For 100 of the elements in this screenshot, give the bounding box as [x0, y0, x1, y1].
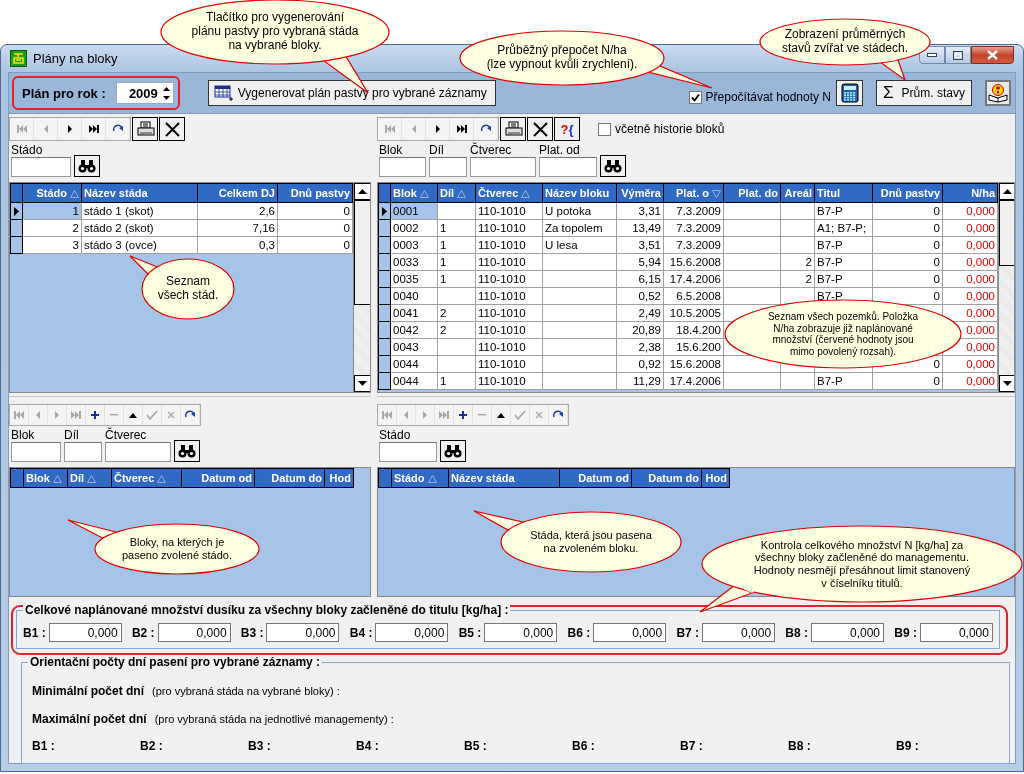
column-header[interactable]: Datum od [559, 468, 632, 488]
spin-down-button[interactable] [160, 93, 173, 102]
delete-icon [162, 119, 182, 139]
field-label: Minimální počet dní [32, 684, 144, 698]
input-field[interactable]: 0,000 [266, 623, 340, 642]
find-button[interactable] [174, 440, 200, 462]
scroll-up-button[interactable] [354, 183, 370, 200]
column-header[interactable]: Hod [701, 468, 730, 488]
find-button[interactable] [74, 155, 100, 177]
field-label: B1 : [23, 625, 46, 640]
column-header[interactable]: Datum do [631, 468, 702, 488]
input-field[interactable] [11, 157, 71, 177]
binoculars-icon [604, 159, 622, 173]
scrollbar[interactable] [998, 183, 1014, 392]
input-field[interactable]: 0,000 [375, 623, 449, 642]
print-button[interactable] [500, 117, 526, 141]
column-header[interactable]: Čtverec [475, 183, 543, 203]
input-field[interactable] [539, 157, 597, 177]
column-header[interactable]: Dnů pastvy [872, 183, 943, 203]
checkbox-label[interactable]: včetně historie bloků [615, 122, 725, 136]
sort-ascending-icon [419, 189, 429, 198]
maximize-icon [953, 50, 963, 60]
input-field[interactable] [379, 442, 437, 462]
calculator-button[interactable] [836, 80, 863, 106]
plus-icon [457, 409, 469, 421]
column-header[interactable]: Plat. do [723, 183, 781, 203]
print-button[interactable] [132, 117, 158, 141]
column-header[interactable]: Název bloku [542, 183, 617, 203]
maximize-button[interactable] [945, 46, 971, 64]
input-field[interactable]: 0,000 [919, 623, 993, 642]
delete-button[interactable] [527, 117, 553, 141]
find-button[interactable] [600, 155, 626, 177]
column-header[interactable]: Dnů pastvy [277, 183, 353, 203]
column-header[interactable]: Stádo [22, 183, 82, 203]
scroll-down-button[interactable] [999, 375, 1014, 392]
column-header[interactable]: Plat. o [663, 183, 724, 203]
binoculars-icon [78, 159, 96, 173]
query-button[interactable]: ?{ [554, 117, 580, 141]
column-header[interactable]: Díl [437, 183, 476, 203]
scroll-up-button[interactable] [999, 183, 1014, 200]
input-field[interactable]: 0,000 [811, 623, 884, 642]
last-record-icon [87, 123, 100, 135]
column-header[interactable]: Datum do [254, 468, 325, 488]
calendar-grid-icon [213, 85, 234, 101]
scrollbar[interactable] [353, 183, 370, 392]
scroll-down-button[interactable] [354, 375, 370, 392]
help-button[interactable] [985, 80, 1011, 106]
input-field[interactable] [11, 442, 61, 462]
column-header[interactable]: Název stáda [448, 468, 560, 488]
close-button[interactable] [971, 46, 1014, 64]
input-field[interactable]: 0,000 [484, 623, 558, 642]
generate-plan-button[interactable]: Vygenerovat plán pastvy pro vybrané záznamy [207, 80, 496, 106]
delete-button[interactable] [159, 117, 185, 141]
column-header[interactable]: Celkem DJ [197, 183, 278, 203]
sort-ascending-icon [427, 474, 437, 483]
input-field[interactable]: 0,000 [157, 623, 231, 642]
checkbox-label[interactable]: Přepočítávat hodnoty N [705, 90, 831, 104]
checkbox[interactable] [598, 122, 611, 136]
column-header[interactable]: Výměra [616, 183, 664, 203]
first-record-icon [15, 123, 28, 135]
column-header[interactable]: Blok [23, 468, 68, 488]
column-header[interactable]: N/ha [942, 183, 998, 203]
column-header[interactable]: Název stáda [81, 183, 198, 203]
input-field[interactable] [429, 157, 467, 177]
input-field[interactable] [64, 442, 102, 462]
refresh-button[interactable] [549, 405, 568, 425]
help-book-icon [988, 83, 1008, 103]
up-arrow-icon [358, 189, 367, 194]
down-arrow-icon [358, 381, 367, 386]
column-header[interactable]: Titul [814, 183, 873, 203]
sort-ascending-icon [157, 474, 167, 483]
sort-ascending-icon [521, 189, 531, 198]
field-label: B6 : [567, 625, 591, 640]
column-header[interactable]: Datum od [181, 468, 255, 488]
scrollbar-thumb[interactable] [999, 200, 1014, 266]
printer-icon [135, 119, 155, 139]
find-button[interactable] [440, 440, 466, 462]
scrollbar-thumb[interactable] [354, 200, 370, 305]
input-field[interactable] [379, 157, 426, 177]
field-label: B5 : [458, 625, 482, 640]
column-header[interactable]: Stádo [391, 468, 449, 488]
field-label: B9 : [894, 625, 917, 640]
input-field[interactable]: 0,000 [48, 623, 122, 642]
column-header[interactable]: Blok [390, 183, 438, 203]
column-header[interactable]: Čtverec [111, 468, 182, 488]
averages-button[interactable]: Σ Prům. stavy [876, 80, 972, 106]
column-header[interactable]: Hod [324, 468, 354, 488]
column-header[interactable]: Díl [67, 468, 112, 488]
year-spin-field[interactable]: 2009 [115, 82, 174, 104]
spin-up-button[interactable] [160, 84, 173, 93]
checkbox[interactable] [688, 90, 702, 104]
column-header[interactable]: Areál [780, 183, 815, 203]
input-field[interactable]: 0,000 [702, 623, 776, 642]
field-label: Stádo [11, 144, 44, 157]
input-field[interactable] [105, 442, 171, 462]
row-indicator-header [10, 468, 24, 488]
input-field[interactable] [470, 157, 536, 177]
refresh-button[interactable] [181, 405, 200, 425]
input-field[interactable]: 0,000 [593, 623, 667, 642]
row-indicator-header [378, 468, 392, 488]
